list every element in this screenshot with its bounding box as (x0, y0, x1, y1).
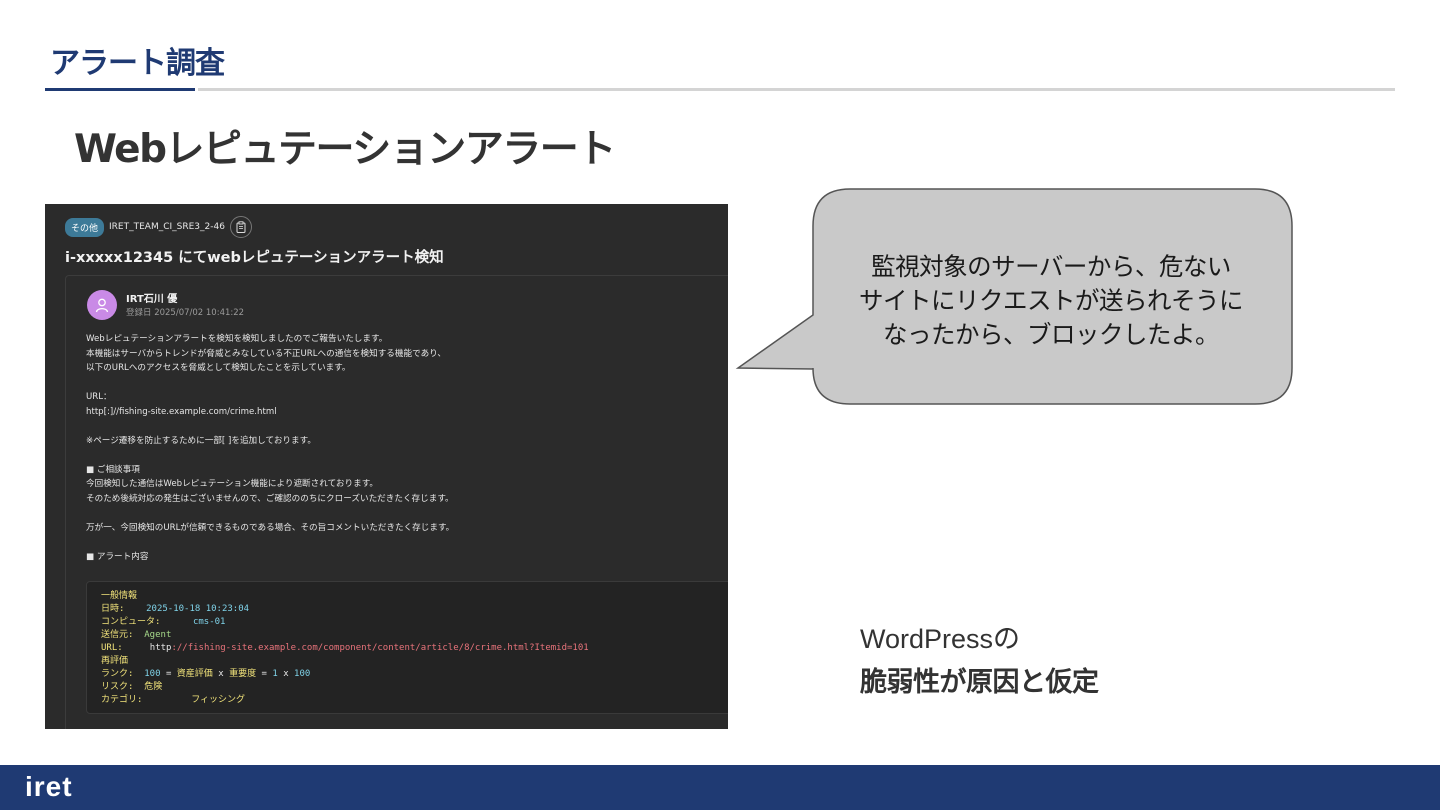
registered-date: 登録日 2025/07/02 10:41:22 (126, 308, 245, 318)
code-label: リスク: (101, 682, 134, 692)
code-value: フィッシング (191, 695, 246, 705)
code-value: 2025-10-18 10:23:04 (146, 604, 250, 614)
alert-detail-code: 一般情報 日時: 2025-10-18 10:23:04 コンピュータ: cms… (86, 581, 728, 714)
code-value: 危険 (144, 682, 163, 692)
ticket-meta: その他 IRET_TEAM_CI_SRE3_2-46 (65, 216, 252, 238)
code-label: ランク: (101, 669, 134, 679)
alert-ticket-screenshot: その他 IRET_TEAM_CI_SRE3_2-46 i-xxxxx12345 … (45, 204, 728, 729)
user-icon (95, 298, 109, 313)
code-label: カテゴリ: (101, 695, 143, 705)
code-label: 送信元: (101, 630, 134, 640)
code-value: Agent (144, 630, 172, 640)
code-op: = (165, 669, 172, 679)
code-op: = (261, 669, 267, 679)
body-line: 本機能はサーバからトレンドが脅威とみなしている不正URLへの通信を検知する機能で… (86, 348, 447, 359)
code-value: 1 (272, 669, 278, 679)
body-line: そのため後続対応の発生はございませんので、ご確認ののちにクローズいただきたく存じ… (86, 493, 454, 504)
callout-line: なったから、ブロックしたよ。 (883, 320, 1220, 349)
code-value: cms-01 (192, 617, 226, 627)
blocked-url: http[:]//fishing-site.example.com/crime.… (86, 406, 277, 417)
section-title: アラート調査 (50, 46, 225, 81)
body-line: ※ページ遷移を防止するために一部[ ]を追加しております。 (86, 435, 316, 446)
body-line: URL： (86, 392, 112, 402)
category-tag[interactable]: その他 (65, 217, 105, 237)
code-op: x (218, 669, 224, 679)
code-value: 100 (294, 669, 311, 679)
title-underline-accent (45, 88, 195, 91)
sender-name: IRT石川 優 (126, 294, 178, 305)
code-section: 一般情報 (101, 591, 138, 601)
body-line: Webレピュテーションアラートを検知を検知しましたのでご報告いたします。 (86, 334, 388, 344)
callout-line: サイトにリクエストが送られそうに (859, 286, 1244, 315)
code-url: ://fishing-site.example.com/component/co… (171, 643, 589, 653)
code-label: コンピュータ: (101, 617, 161, 627)
clipboard-icon[interactable] (229, 216, 252, 238)
alert-title: i-xxxxx12345 にてwebレピュテーションアラート検知 (65, 250, 444, 266)
body-line: 万が一、今回検知のURLが信頼できるものである場合、その旨コメントいただきたく存… (86, 522, 455, 533)
avatar (87, 290, 117, 320)
code-op: x (283, 669, 289, 679)
code-value: 重要度 (229, 669, 257, 679)
body-heading: ■ アラート内容 (86, 551, 149, 562)
comment-card: IRT石川 優 登録日 2025/07/02 10:41:22 Webレピュテー… (65, 275, 728, 729)
code-label: 日時: (101, 604, 125, 614)
cause-line-2: 脆弱性が原因と仮定 (860, 667, 1099, 698)
comment-body: Webレピュテーションアラートを検知を検知しましたのでご報告いたします。 本機能… (86, 332, 726, 564)
code-value: http (149, 643, 172, 653)
body-line: 以下のURLへのアクセスを脅威として検知したことを示しています。 (86, 363, 351, 373)
code-section: 再評価 (101, 656, 129, 666)
code-value: 100 (144, 669, 161, 679)
callout-text: 監視対象のサーバーから、危ない サイトにリクエストが送られそうに なったから、ブ… (812, 250, 1290, 352)
slide-title: Webレピュテーションアラート (74, 127, 616, 172)
body-heading: ■ ご相談事項 (86, 464, 140, 475)
title-underline (198, 88, 1395, 91)
cause-line-1: WordPressの (860, 624, 1021, 654)
callout-line: 監視対象のサーバーから、危ない (871, 252, 1231, 281)
code-label: URL: (101, 643, 123, 653)
body-line: 今回検知した通信はWebレピュテーション機能により遮断されております。 (86, 479, 379, 489)
code-value: 資産評価 (176, 669, 213, 679)
ticket-id: IRET_TEAM_CI_SRE3_2-46 (109, 222, 225, 232)
iret-logo: iret (25, 771, 73, 802)
footer-bar (0, 765, 1440, 810)
